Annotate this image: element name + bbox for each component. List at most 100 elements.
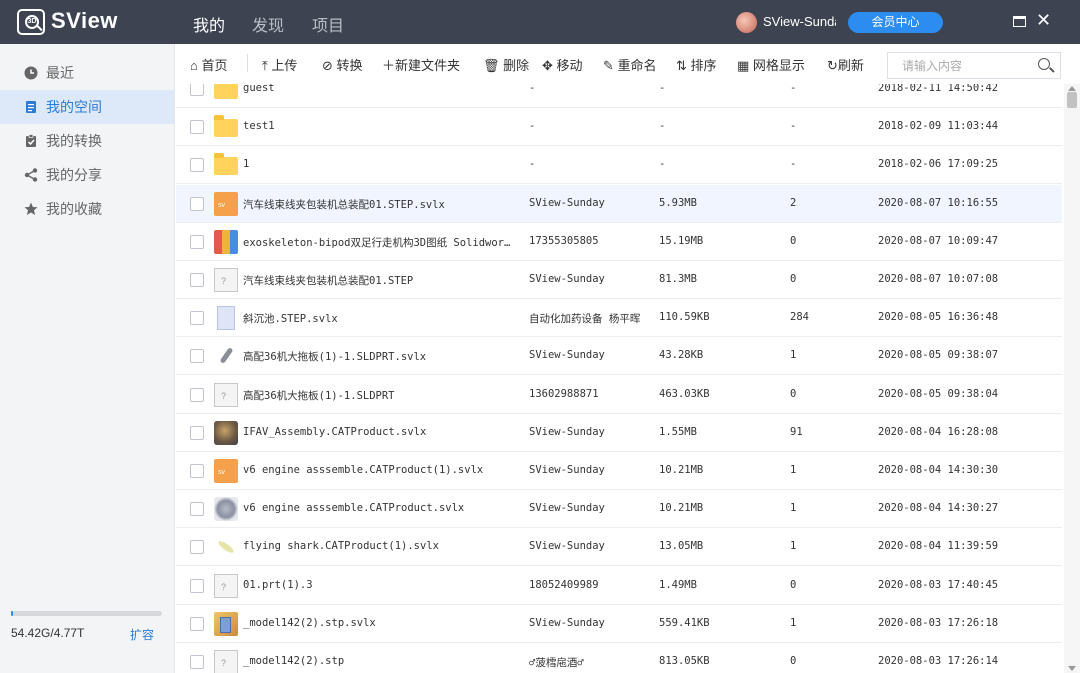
sidebar-item-my-favorites[interactable]: 我的收藏 (0, 192, 174, 226)
file-row[interactable]: _model142(2).stp ♂菠樰㦾酒♂ 813.05KB 0 2020-08-0… (176, 643, 1062, 673)
rename-button[interactable]: ✎ 重命名 (603, 55, 657, 74)
file-count: 0 (790, 387, 797, 400)
row-checkbox[interactable] (190, 540, 204, 555)
expand-storage-link[interactable]: 扩容 (130, 626, 154, 643)
file-row[interactable]: _model142(2).stp.svlx SView-Sunday 559.41K… (176, 605, 1062, 643)
sidebar-item-my-space[interactable]: 我的空间 (0, 90, 174, 124)
sidebar-item-recent[interactable]: 最近 (0, 56, 174, 90)
scroll-down-arrow-icon[interactable] (1068, 666, 1076, 671)
file-owner: 17355305805 (529, 234, 599, 247)
delete-button[interactable]: 🗑 删除 (483, 55, 529, 74)
file-name[interactable]: guest (243, 84, 516, 94)
maximize-icon[interactable] (1013, 16, 1026, 27)
file-date: 2020-08-07 10:16:55 (878, 196, 999, 209)
file-name[interactable]: IFAV_Assembly.CATProduct.svlx (243, 426, 516, 438)
sidebar-item-my-conversions[interactable]: 我的转换 (0, 124, 174, 158)
file-name[interactable]: 汽车线束线夹包装机总装配01.STEP (243, 273, 516, 288)
model-file-icon (217, 306, 235, 331)
scroll-thumb[interactable] (1067, 92, 1077, 108)
file-owner: SView-Sunday (529, 196, 605, 209)
row-checkbox[interactable] (190, 273, 204, 287)
file-row[interactable]: v6 engine asssemble.CATProduct(1).svlx SV… (176, 452, 1062, 490)
file-owner: SView-Sunday (529, 273, 605, 285)
avatar[interactable] (736, 12, 757, 33)
file-owner: ♂菠樰㦾酒♂ (529, 657, 584, 669)
file-count: 1 (790, 616, 797, 629)
nav-tab-project[interactable]: 项目 (312, 12, 344, 36)
username[interactable]: SView-Sunda (763, 14, 836, 29)
file-name[interactable]: 斜沉池.STEP.svlx (243, 311, 516, 326)
file-name[interactable]: 高配36机大拖板(1)-1.SLDPRT.svlx (243, 349, 516, 364)
close-icon[interactable]: ✕ (1036, 10, 1051, 30)
app-title: SView (51, 8, 118, 33)
scrollbar[interactable] (1064, 84, 1080, 673)
row-checkbox[interactable] (190, 196, 204, 211)
file-name[interactable]: test1 (243, 120, 516, 132)
refresh-button[interactable]: ↻刷新 (827, 55, 864, 74)
row-checkbox[interactable] (190, 502, 204, 517)
nav-tab-discover[interactable]: 发现 (252, 12, 284, 36)
scroll-up-arrow-icon[interactable] (1068, 86, 1076, 91)
file-row[interactable]: 01.prt(1).3 18052409989 1.49MB 0 2020-08-03 … (176, 567, 1062, 605)
file-name[interactable]: _model142(2).stp.svlx (243, 617, 516, 629)
file-row[interactable]: exoskeleton-bipod双足行走机构3D图纸 Solidworks设计… (176, 223, 1062, 261)
file-row[interactable]: 高配36机大拖板(1)-1.SLDPRT.svlx SView-Sunday 43.… (176, 337, 1062, 376)
file-date: 2020-08-03 17:40:45 (878, 578, 999, 591)
sort-button[interactable]: ⇅ 排序 (676, 55, 717, 74)
file-date: 2020-08-03 17:26:14 (878, 655, 999, 667)
file-size: - (659, 120, 666, 133)
file-name[interactable]: flying shark.CATProduct(1).svlx (243, 540, 516, 552)
row-checkbox[interactable] (190, 84, 204, 96)
file-row[interactable]: IFAV_Assembly.CATProduct.svlx SView-Sunda… (176, 414, 1062, 452)
file-owner: - (529, 158, 536, 171)
file-name[interactable]: v6 engine asssemble.CATProduct(1).svlx (243, 464, 516, 476)
file-name[interactable]: 1 (243, 158, 516, 170)
trash-icon: 🗑 (483, 58, 500, 73)
row-checkbox[interactable] (190, 578, 204, 593)
grid-view-button[interactable]: ▦ 网格显示 (737, 55, 805, 74)
star-icon (24, 202, 38, 215)
row-checkbox[interactable] (190, 655, 204, 669)
file-size: 81.3MB (659, 273, 697, 285)
row-checkbox[interactable] (190, 311, 204, 326)
member-center-button[interactable]: 会员中心 (848, 12, 943, 33)
file-name[interactable]: exoskeleton-bipod双足行走机构3D图纸 Solidworks设计 (243, 235, 516, 250)
sidebar-item-label: 我的转换 (46, 133, 102, 149)
sidebar-item-my-shares[interactable]: 我的分享 (0, 158, 174, 192)
search-icon[interactable] (1038, 58, 1050, 70)
file-name[interactable]: 汽车线束线夹包装机总装配01.STEP.svlx (243, 197, 516, 212)
move-button[interactable]: ✥ 移动 (542, 55, 583, 74)
row-checkbox[interactable] (190, 616, 204, 631)
file-row[interactable]: guest - - - 2018-02-11 14:50:42 (176, 84, 1062, 108)
row-checkbox[interactable] (190, 425, 204, 440)
file-row[interactable]: 汽车线束线夹包装机总装配01.STEP SView-Sunday 81.3MB 0 20… (176, 261, 1062, 299)
file-row[interactable]: 汽车线束线夹包装机总装配01.STEP.svlx SView-Sunday 5.93… (176, 184, 1062, 223)
file-row[interactable]: 高配36机大拖板(1)-1.SLDPRT 13602988871 463.03KB 0… (176, 376, 1062, 414)
row-checkbox[interactable] (190, 349, 204, 364)
file-name[interactable]: 高配36机大拖板(1)-1.SLDPRT (243, 388, 516, 403)
row-checkbox[interactable] (190, 120, 204, 135)
convert-button[interactable]: ⊘ 转换 (322, 55, 363, 74)
row-checkbox[interactable] (190, 234, 204, 249)
file-row[interactable]: test1 - - - 2018-02-09 11:03:44 (176, 108, 1062, 147)
file-name[interactable]: v6 engine asssemble.CATProduct.svlx (243, 502, 516, 514)
file-name[interactable]: _model142(2).stp (243, 655, 516, 667)
row-checkbox[interactable] (190, 464, 204, 478)
search-input[interactable] (888, 53, 1026, 78)
nav-tab-mine[interactable]: 我的 (193, 12, 225, 36)
new-folder-button[interactable]: ＋新建文件夹 (382, 55, 460, 74)
toolbar: ⌂ 首页 ⤒ 上传 ⊘ 转换 ＋新建文件夹 🗑 删除 ✥ 移动 ✎ 重命名 ⇅ … (176, 44, 1064, 84)
home-button[interactable]: ⌂ 首页 (190, 55, 228, 74)
file-date: 2020-08-03 17:26:18 (878, 616, 999, 629)
file-row[interactable]: 1 - - - 2018-02-06 17:09:25 (176, 146, 1062, 185)
file-row[interactable]: v6 engine asssemble.CATProduct.svlx SView… (176, 490, 1062, 529)
upload-button[interactable]: ⤒ 上传 (262, 55, 297, 74)
file-list: guest - - - 2018-02-11 14:50:42 test1 - - - 2018-… (176, 84, 1064, 673)
file-size: 15.19MB (659, 234, 704, 247)
generic-file-icon (214, 382, 238, 407)
row-checkbox[interactable] (190, 158, 204, 173)
file-row[interactable]: flying shark.CATProduct(1).svlx SView-Sun… (176, 528, 1062, 567)
file-name[interactable]: 01.prt(1).3 (243, 579, 516, 591)
row-checkbox[interactable] (190, 387, 204, 402)
file-row[interactable]: 斜沉池.STEP.svlx 自动化加药设备 杨平晖 110.59KB 284 2020-… (176, 299, 1062, 338)
